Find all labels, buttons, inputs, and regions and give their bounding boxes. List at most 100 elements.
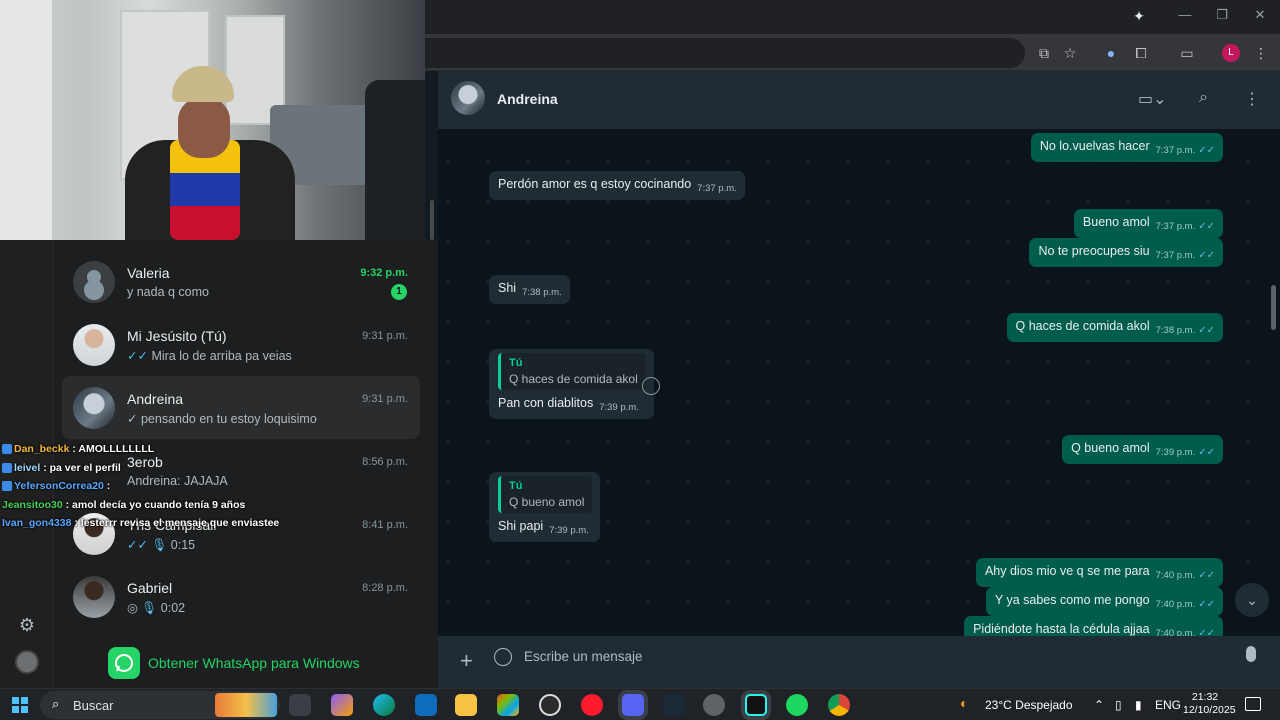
panel-scrollbar[interactable]: [430, 200, 434, 240]
contact-name[interactable]: Andreina: [497, 91, 558, 107]
double-check-icon: ✓✓: [127, 349, 148, 363]
stream-chat-user: Dan_beckk: [14, 443, 70, 455]
emoji-picker-icon[interactable]: [494, 648, 512, 666]
settings-icon[interactable]: [703, 694, 725, 716]
video-call-icon[interactable]: ▭⌄: [1138, 89, 1167, 109]
cast-icon[interactable]: ▭: [1177, 43, 1197, 63]
react-emoji-icon[interactable]: [642, 377, 660, 395]
address-bar[interactable]: [425, 38, 1025, 68]
message-time: 7:37 p.m.: [1155, 145, 1196, 156]
incoming-message[interactable]: Perdón amor es q estoy cocinando 7:37 p.m…: [489, 171, 745, 200]
taskbar-clock[interactable]: 21:32 12/10/2025: [1183, 691, 1236, 717]
taskbar-search-label: Buscar: [73, 698, 114, 713]
puzzle-icon[interactable]: ⧠: [1131, 43, 1151, 63]
message-input[interactable]: Escribe un mensaje: [524, 649, 643, 664]
outgoing-message[interactable]: Bueno amol 7:37 p.m. ✓✓: [1073, 209, 1223, 238]
chat-item[interactable]: Mi Jesúsito (Tú) 9:31 p.m. ✓✓ Mira lo de…: [62, 313, 420, 376]
task-view-icon[interactable]: [289, 694, 311, 716]
message-text: Perdón amor es q estoy cocinando: [498, 177, 692, 191]
obs-icon[interactable]: [539, 694, 561, 716]
chat-item[interactable]: Gabriel 8:28 p.m. ◎ 🎙 0:02: [62, 565, 420, 628]
minimize-icon[interactable]: —: [1170, 7, 1200, 27]
stream-chat-user: YefersonCorrea20: [14, 480, 104, 492]
user-profile-avatar[interactable]: [15, 650, 39, 674]
contact-avatar[interactable]: [451, 81, 485, 115]
search-highlight-image: [215, 693, 277, 717]
close-icon[interactable]: ✕: [1245, 7, 1275, 27]
microphone-icon[interactable]: ▮: [1135, 698, 1142, 712]
tiktok-icon[interactable]: [745, 694, 767, 716]
emote-icon: [2, 444, 12, 455]
emote-icon: [2, 462, 12, 473]
scroll-to-bottom-icon[interactable]: ⌄: [1235, 583, 1269, 617]
incoming-message[interactable]: Shi 7:38 p.m.: [489, 275, 570, 304]
chat-time: 9:31 p.m.: [362, 393, 408, 405]
bookmark-star-icon[interactable]: ☆: [1060, 43, 1080, 63]
get-whatsapp-banner[interactable]: Obtener WhatsApp para Windows: [108, 646, 360, 680]
message-text: Shi papi: [498, 519, 544, 533]
quoted-message[interactable]: Tú Q haces de comida akol: [498, 353, 646, 390]
chat-preview: ✓✓ 🎙 0:15: [127, 537, 195, 553]
browser-toolbar: ⧉ ☆ ● ⧠ ▭ L ⋮: [425, 34, 1280, 71]
incoming-reply-message[interactable]: Tú Q bueno amol Shi papi 7:39 p.m.: [489, 472, 601, 542]
steam-icon[interactable]: [663, 694, 685, 716]
outgoing-message[interactable]: No te preocupes siu 7:37 p.m. ✓✓: [1029, 238, 1223, 267]
incoming-reply-message[interactable]: Tú Q haces de comida akol Pan con diabli…: [489, 349, 654, 419]
menu-icon[interactable]: ⋮: [1244, 89, 1260, 109]
attach-plus-icon[interactable]: +: [460, 648, 473, 674]
voice-mic-icon[interactable]: [1246, 646, 1256, 662]
search-icon[interactable]: ⌕: [1199, 89, 1208, 107]
install-app-icon[interactable]: ⧉: [1034, 43, 1054, 63]
webcam-overlay: [0, 0, 425, 240]
gemini-spark-icon[interactable]: ✦: [1128, 8, 1150, 26]
chrome-icon[interactable]: [828, 694, 850, 716]
tray-chevron-icon[interactable]: ⌃: [1094, 698, 1104, 712]
read-receipt-icon: ✓✓: [1198, 599, 1215, 610]
chat-preview-text: Mira lo de arriba pa veias: [151, 349, 292, 363]
outgoing-message[interactable]: Q haces de comida akol 7:38 p.m. ✓✓: [1006, 313, 1223, 342]
quoted-message[interactable]: Tú Q bueno amol: [498, 476, 593, 513]
message-text: Q haces de comida akol: [1015, 319, 1150, 333]
discord-icon[interactable]: [622, 694, 644, 716]
taskbar-search[interactable]: ⌕ Buscar: [40, 691, 280, 719]
device-icon[interactable]: ▯: [1115, 698, 1122, 712]
outgoing-message[interactable]: No lo.vuelvas hacer 7:37 p.m. ✓✓: [1030, 133, 1223, 162]
avatar: [73, 576, 115, 618]
maximize-icon[interactable]: ❐: [1207, 7, 1237, 27]
language-indicator[interactable]: ENG: [1155, 698, 1181, 712]
opera-icon[interactable]: [581, 694, 603, 716]
outgoing-message[interactable]: Y ya sabes como me pongo 7:40 p.m. ✓✓: [985, 587, 1223, 616]
default-avatar-icon: [73, 261, 115, 303]
outlook-icon[interactable]: [415, 694, 437, 716]
get-whatsapp-label[interactable]: Obtener WhatsApp para Windows: [148, 655, 360, 671]
spotify-icon[interactable]: [786, 694, 808, 716]
voice-duration: 0:15: [170, 538, 196, 552]
file-explorer-icon[interactable]: [455, 694, 477, 716]
edge-icon[interactable]: [373, 694, 395, 716]
stream-chat-line: leivel : pa ver el perfil: [2, 462, 302, 481]
copilot-icon[interactable]: [331, 694, 353, 716]
message-time: 7:38 p.m.: [522, 287, 562, 298]
avatar: [73, 324, 115, 366]
windows-start-icon[interactable]: [12, 697, 28, 713]
weather-text[interactable]: 23°C Despejado: [985, 698, 1073, 712]
extension-icon[interactable]: ●: [1101, 43, 1121, 63]
chat-item-selected[interactable]: Andreina 9:31 p.m. ✓ pensando en tu esto…: [62, 376, 420, 439]
message-text: Y ya sabes como me pongo: [994, 593, 1150, 607]
message-text: Bueno amol: [1082, 215, 1150, 229]
outgoing-message[interactable]: Q bueno amol 7:39 p.m. ✓✓: [1062, 435, 1223, 464]
more-icon[interactable]: ⋮: [1251, 43, 1271, 63]
settings-gear-icon[interactable]: ⚙: [17, 615, 37, 635]
outgoing-message[interactable]: Ahy dios mio ve q se me para 7:40 p.m. ✓✓: [975, 558, 1223, 587]
message-text: Pidiéndote hasta la cédula ajjaa: [973, 622, 1150, 636]
stream-chat-line: YefersonCorrea20 :: [2, 480, 302, 499]
message-text: Shi: [498, 281, 517, 295]
clock-date: 12/10/2025: [1183, 704, 1236, 716]
stream-chat-user: Ivan_gon4338: [2, 517, 72, 529]
profile-avatar[interactable]: L: [1222, 44, 1240, 62]
store-icon[interactable]: [497, 694, 519, 716]
conversation-scrollbar[interactable]: [1271, 285, 1276, 330]
notifications-icon[interactable]: [1245, 697, 1261, 711]
chat-item[interactable]: Valeria 9:32 p.m. y nada q como 1: [62, 250, 420, 313]
stream-chat-text: AMOLLLLLLLL: [78, 443, 155, 455]
